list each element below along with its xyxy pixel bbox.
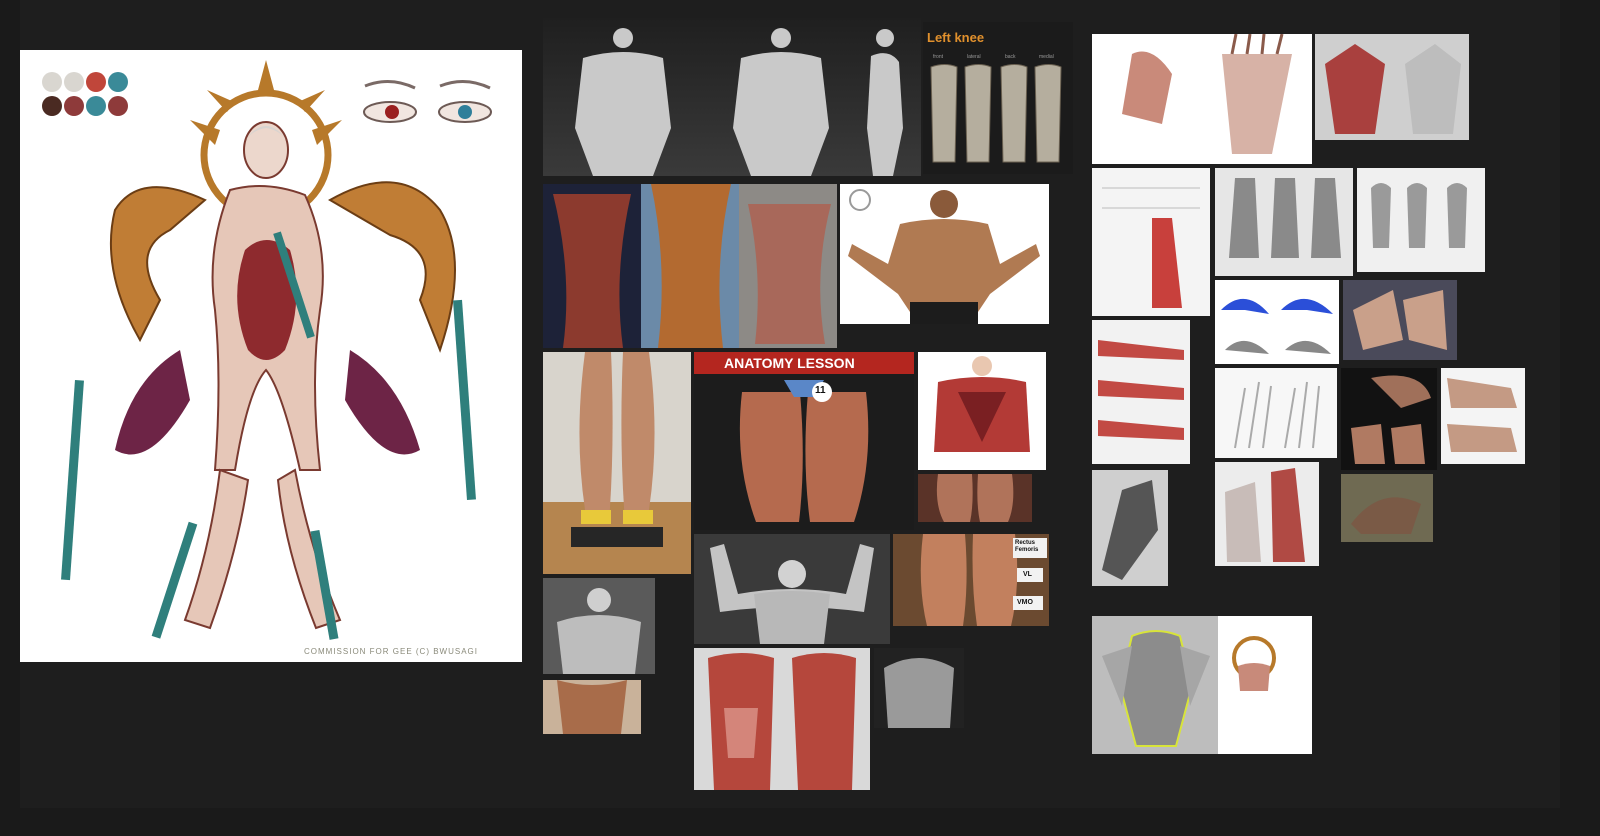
knee-illustrations [930,64,1062,163]
label-vmo: VMO [1017,599,1033,606]
finger-sections-image [1098,340,1184,440]
ref-foot-diagrams[interactable] [1092,168,1210,316]
palette-swatch [64,96,84,116]
ref-torso-ecorche[interactable] [694,648,870,790]
claw-blue-image [1221,298,1333,354]
ecorche-image [708,653,856,790]
right-wing [327,181,456,353]
ref-paws-sketch[interactable] [1215,168,1353,276]
ref-back-bw[interactable] [874,648,964,728]
turnaround-image [543,18,921,176]
race-number-badge: 11 [815,385,826,396]
knee-view-label: lateral [967,54,981,60]
ref-claw-closeups[interactable] [1341,368,1437,470]
ref-thigh-small[interactable] [918,474,1032,522]
ref-hand-color[interactable] [1315,34,1469,140]
classic-pose-2-image [710,544,874,644]
ref-classic-pose-1[interactable] [543,578,655,674]
thigh-small-image [936,474,1014,522]
ref-hand-bw-photo[interactable] [1092,470,1168,586]
moodboard-canvas[interactable]: COMMISSION FOR GEE (C) BWUSAGI Left knee… [0,0,1600,836]
foot-diagrams-image [1102,187,1200,308]
character-illustration [42,60,492,640]
back-muscle-image [934,356,1030,452]
hand-labels-image [1447,378,1517,452]
calves-image [543,352,691,574]
hand-color-image [1325,44,1461,134]
hand-muscles-image [1122,34,1292,154]
bodybuilder-image [848,189,1040,324]
palette-swatch [108,72,128,92]
ref-anatomy-lesson[interactable]: ANATOMY LESSON 11 [694,352,914,530]
ref-hand-skin-muscle[interactable] [1215,462,1319,566]
label-vl: VL [1023,571,1032,578]
ref-hands-photo[interactable] [1343,280,1457,360]
character-concept-sheet[interactable]: COMMISSION FOR GEE (C) BWUSAGI [20,50,522,662]
left-wing [109,186,207,343]
leg-photos-image [543,184,837,348]
palette-swatch [64,72,84,92]
ref-body-turnaround[interactable] [543,18,921,176]
knee-view-label: back [1005,54,1016,60]
left-leg [183,468,250,630]
ref-calves-photo[interactable] [543,352,691,574]
ref-finger-cross-sections[interactable] [1092,320,1190,464]
claw-closeups-image [1351,375,1431,464]
palette-swatch [86,96,106,116]
ref-hand-bones-sketch[interactable] [1215,368,1337,458]
knee-view-label: medial [1039,54,1054,60]
ref-back-photo[interactable] [543,680,641,734]
hand-skin-muscle-image [1225,468,1305,562]
color-palette [42,72,128,116]
ref-quads-labeled[interactable]: Rectus Femoris VL VMO [893,534,1049,626]
palette-swatch [42,72,62,92]
ref-classic-pose-2[interactable] [694,534,890,644]
knee-view-label: front [933,54,944,60]
ref-claw-photo[interactable] [1341,474,1433,542]
reference-board[interactable]: COMMISSION FOR GEE (C) BWUSAGI Left knee… [20,0,1560,808]
back-photo-image [557,680,627,734]
paintover-image [1092,616,1276,754]
palette-swatch [42,96,62,116]
label-rectus-femoris: Rectus Femoris [1015,540,1039,553]
hands-photo-image [1353,290,1447,350]
back-bw-image [884,658,954,728]
credit-caption: COMMISSION FOR GEE (C) BWUSAGI [304,647,479,656]
ref-back-muscles-diagram[interactable] [918,352,1046,470]
palette-swatch [108,96,128,116]
claw-photo-image [1351,497,1421,534]
ref-left-knee[interactable]: Left knee front lateral back medial [923,22,1073,174]
ref-hand-muscles[interactable] [1092,34,1312,164]
head [243,121,289,179]
ref-bodybuilder-flex[interactable] [840,184,1049,324]
palette-swatch [86,72,106,92]
ref-claw-blue[interactable] [1215,280,1339,364]
ref-leg-photos[interactable] [543,184,837,348]
classic-pose-1-image [557,588,641,674]
eye-studies [363,80,492,123]
hand-bones-image [1234,381,1320,449]
claws-sketch-image [1371,183,1467,248]
thigh-anatomy-image [739,380,869,522]
paws-sketch-image [1229,178,1341,258]
ref-claws-sketch[interactable] [1357,168,1485,272]
ref-paintover[interactable] [1092,616,1312,754]
hand-bw-image [1102,480,1158,580]
ref-hand-ribbon-labels[interactable] [1441,368,1525,464]
